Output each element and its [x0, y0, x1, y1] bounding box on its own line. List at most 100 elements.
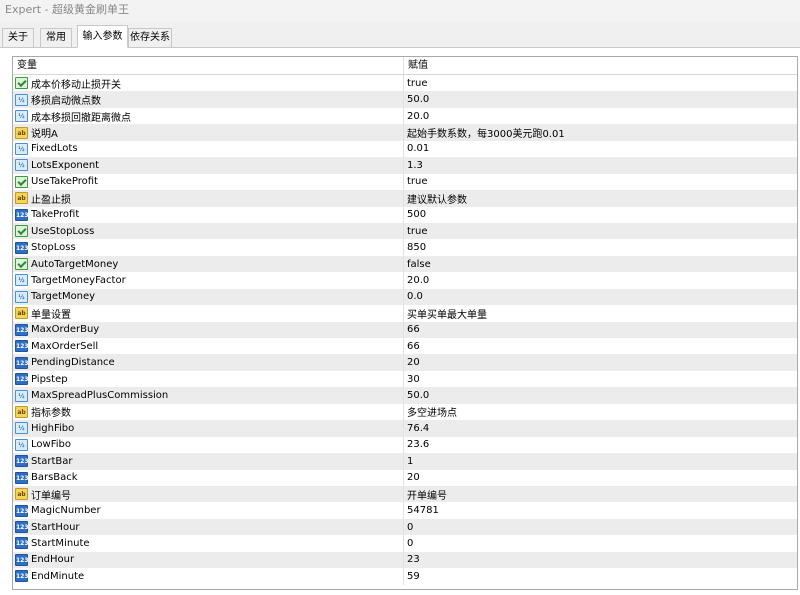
param-value[interactable]: 54781: [404, 505, 797, 516]
param-row[interactable]: ab 订单编号 开单编号: [13, 485, 797, 503]
param-row[interactable]: 123 PendingDistance 20: [13, 354, 797, 371]
param-row[interactable]: 123 BarsBack 20: [13, 469, 797, 486]
param-value[interactable]: 850: [404, 242, 797, 253]
param-value[interactable]: 50.0: [404, 94, 797, 105]
param-name-cell: 123 MaxOrderBuy: [13, 321, 404, 338]
param-value[interactable]: 20: [404, 472, 797, 483]
param-value[interactable]: 23.6: [404, 439, 797, 450]
param-row[interactable]: ½ 成本移损回撤距离微点 20.0: [13, 107, 797, 125]
double-param-icon: ½: [15, 142, 28, 155]
param-value[interactable]: 1: [404, 456, 797, 467]
int-param-icon: 123: [15, 208, 29, 221]
param-row[interactable]: AutoTargetMoney false: [13, 255, 797, 273]
param-row[interactable]: ½ TargetMoney 0.0: [13, 288, 797, 306]
param-row[interactable]: 123 EndMinute 59: [13, 568, 797, 585]
param-row[interactable]: ½ LowFibo 23.6: [13, 436, 797, 454]
param-value[interactable]: 23: [404, 554, 797, 565]
param-value[interactable]: true: [404, 78, 797, 89]
tab-common[interactable]: 常用: [40, 28, 72, 47]
int-param-icon: 123: [15, 521, 29, 534]
param-name: MagicNumber: [31, 505, 101, 517]
param-value[interactable]: 20.0: [404, 111, 797, 122]
param-row[interactable]: ½ LotsExponent 1.3: [13, 157, 797, 174]
param-name-cell: UseStopLoss: [13, 222, 404, 240]
param-row[interactable]: ½ 移损启动微点数 50.0: [13, 91, 797, 108]
param-name-cell: 123 StartMinute: [13, 535, 404, 552]
bool-param-icon: [15, 258, 28, 271]
param-value[interactable]: 0: [404, 522, 797, 533]
param-row[interactable]: 123 MaxOrderBuy 66: [13, 321, 797, 338]
inputs-panel: 变量 赋值 成本价移动止损开关 true ½ 移损启动微点数 50.0 ½ 成本移损回撤距离…: [0, 48, 800, 595]
param-row[interactable]: 123 StopLoss 850: [13, 239, 797, 256]
double-param-icon: ½: [15, 159, 28, 172]
int-param-icon: 123: [15, 241, 29, 254]
tab-inputs[interactable]: 输入参数: [77, 25, 128, 48]
param-value[interactable]: 500: [404, 209, 797, 220]
param-row[interactable]: ½ HighFibo 76.4: [13, 420, 797, 437]
param-name: 止盈止损: [31, 194, 71, 206]
param-name: BarsBack: [31, 472, 78, 484]
param-row[interactable]: 123 Pipstep 30: [13, 370, 797, 388]
param-name: UseStopLoss: [31, 225, 95, 237]
param-value[interactable]: true: [404, 226, 797, 237]
param-value[interactable]: 66: [404, 324, 797, 335]
param-row[interactable]: ab 单量设置 买单买单最大单量: [13, 305, 797, 322]
tab-dependencies[interactable]: 依存关系: [128, 28, 172, 47]
param-value[interactable]: 0.01: [404, 143, 797, 154]
param-value[interactable]: 买单买单最大单量: [404, 306, 797, 321]
param-row[interactable]: ½ MaxSpreadPlusCommission 50.0: [13, 387, 797, 404]
param-row[interactable]: ab 止盈止损 建议默认参数: [13, 190, 797, 207]
param-value[interactable]: true: [404, 176, 797, 187]
param-name: MaxOrderBuy: [31, 324, 100, 336]
param-value[interactable]: false: [404, 259, 797, 270]
param-value[interactable]: 0: [404, 538, 797, 549]
param-value[interactable]: 76.4: [404, 423, 797, 434]
param-row[interactable]: 123 StartMinute 0: [13, 535, 797, 552]
param-value[interactable]: 66: [404, 341, 797, 352]
param-name-cell: ½ HighFibo: [13, 420, 404, 437]
param-name-cell: UseTakeProfit: [13, 173, 404, 191]
param-name-cell: 123 EndMinute: [13, 568, 404, 585]
param-value[interactable]: 1.3: [404, 160, 797, 171]
param-row[interactable]: UseStopLoss true: [13, 222, 797, 240]
parameters-grid[interactable]: 变量 赋值 成本价移动止损开关 true ½ 移损启动微点数 50.0 ½ 成本移损回撤距离…: [12, 56, 798, 590]
param-value[interactable]: 59: [404, 571, 797, 582]
param-name: FixedLots: [31, 143, 78, 155]
param-name-cell: ab 指标参数: [13, 403, 404, 421]
param-value[interactable]: 开单编号: [404, 487, 797, 502]
param-row[interactable]: 123 StartHour 0: [13, 518, 797, 536]
param-value[interactable]: 多空进场点: [404, 404, 797, 419]
param-row[interactable]: 123 TakeProfit 500: [13, 206, 797, 223]
param-value[interactable]: 0.0: [404, 291, 797, 302]
variable-column-header[interactable]: 变量: [13, 57, 404, 74]
param-value[interactable]: 30: [404, 374, 797, 385]
param-row[interactable]: 123 EndHour 23: [13, 551, 797, 569]
param-row[interactable]: 123 MaxOrderSell 66: [13, 338, 797, 355]
grid-rows: 成本价移动止损开关 true ½ 移损启动微点数 50.0 ½ 成本移损回撤距离微点 20.0…: [13, 75, 797, 585]
param-name: StartMinute: [31, 537, 90, 549]
int-param-icon: 123: [15, 356, 29, 369]
int-param-icon: 123: [15, 323, 29, 336]
param-value[interactable]: 20.0: [404, 275, 797, 286]
param-row[interactable]: ab 指标参数 多空进场点: [13, 403, 797, 421]
double-param-icon: ½: [15, 422, 28, 435]
param-name: TargetMoneyFactor: [31, 274, 126, 286]
param-name-cell: ½ LotsExponent: [13, 157, 404, 174]
param-value[interactable]: 50.0: [404, 390, 797, 401]
param-row[interactable]: ½ FixedLots 0.01: [13, 140, 797, 158]
param-row[interactable]: UseTakeProfit true: [13, 173, 797, 191]
int-param-icon: 123: [15, 570, 29, 583]
value-column-header[interactable]: 赋值: [404, 57, 797, 74]
param-row[interactable]: 123 MagicNumber 54781: [13, 502, 797, 519]
param-row[interactable]: 123 StartBar 1: [13, 453, 797, 470]
bool-param-icon: [15, 77, 28, 90]
param-row[interactable]: ab 说明A 起始手数系数，每3000美元跑0.01: [13, 124, 797, 141]
param-row[interactable]: ½ TargetMoneyFactor 20.0: [13, 272, 797, 289]
param-value[interactable]: 起始手数系数，每3000美元跑0.01: [404, 125, 797, 140]
tab-about[interactable]: 关于: [2, 28, 34, 47]
param-value[interactable]: 20: [404, 357, 797, 368]
param-name: Pipstep: [31, 373, 68, 385]
param-name-cell: ½ MaxSpreadPlusCommission: [13, 387, 404, 404]
param-value[interactable]: 建议默认参数: [404, 191, 797, 206]
param-row[interactable]: 成本价移动止损开关 true: [13, 75, 797, 92]
